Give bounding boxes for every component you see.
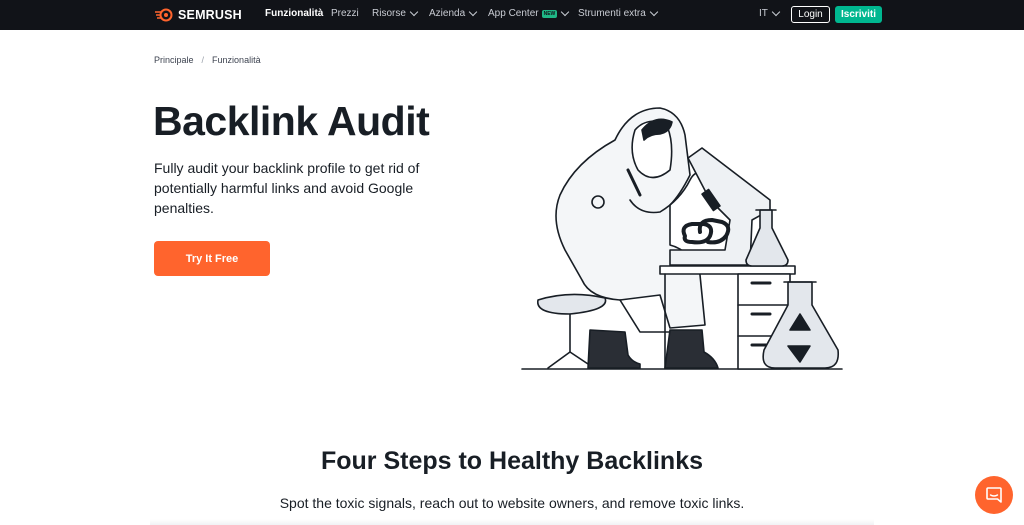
chat-bubble-icon [986,487,1002,503]
content-card-edge [150,519,874,525]
chevron-down-icon [409,7,419,17]
nav-item-label: Azienda [429,8,466,19]
try-it-free-button[interactable]: Try It Free [154,241,270,276]
left-boot [587,329,641,369]
logo-text: SEMRUSH [178,8,242,22]
stool-legs [547,351,595,369]
right-boot [664,329,719,369]
new-badge: NEW [541,9,558,18]
signup-button[interactable]: Iscriviti [835,6,882,23]
chain-link-right [697,218,731,245]
chat-launcher-button[interactable] [975,476,1013,514]
page-title: Backlink Audit [153,98,430,144]
chevron-down-icon [649,7,659,17]
desk-top [659,265,796,275]
section-subtitle: Spot the toxic signals, reach out to web… [279,495,745,511]
login-button[interactable]: Login [791,6,830,23]
breadcrumb: Principale / Funzionalità [154,55,261,65]
top-navigation-bar: SEMRUSH Funzionalità Prezzi Risorse Azie… [0,0,1024,30]
nav-item-label: Strumenti extra [578,8,646,19]
stool-seat [537,293,607,315]
nav-item-strumenti-extra[interactable]: Strumenti extra [578,7,659,19]
breadcrumb-item-current[interactable]: Funzionalità [212,55,261,65]
section-title: Four Steps to Healthy Backlinks [320,447,704,475]
semrush-flame-icon [155,8,173,22]
breadcrumb-separator: / [201,55,205,65]
chevron-down-icon [468,7,478,17]
chevron-down-icon [561,7,570,17]
nav-item-label: Risorse [372,8,406,19]
nav-item-label: App Center [488,8,539,19]
breadcrumb-item-home[interactable]: Principale [154,55,194,65]
nav-item-azienda[interactable]: Azienda [429,7,478,19]
nav-item-label: Funzionalità [265,8,324,19]
language-label: IT [759,8,768,19]
nav-item-label: Prezzi [331,8,359,19]
hero-description: Fully audit your backlink profile to get… [154,160,420,216]
nav-item-funzionalita[interactable]: Funzionalità [265,8,323,19]
nav-item-risorse[interactable]: Risorse [372,7,419,19]
scientist-microscope-illustration [521,107,843,370]
language-selector[interactable]: IT [759,7,781,19]
nav-item-app-center[interactable]: App Center NEW [488,7,570,19]
chain-link-left [681,222,714,245]
chevron-down-icon [771,7,781,17]
nav-item-prezzi[interactable]: Prezzi [331,8,359,19]
semrush-logo[interactable]: SEMRUSH [154,7,242,23]
